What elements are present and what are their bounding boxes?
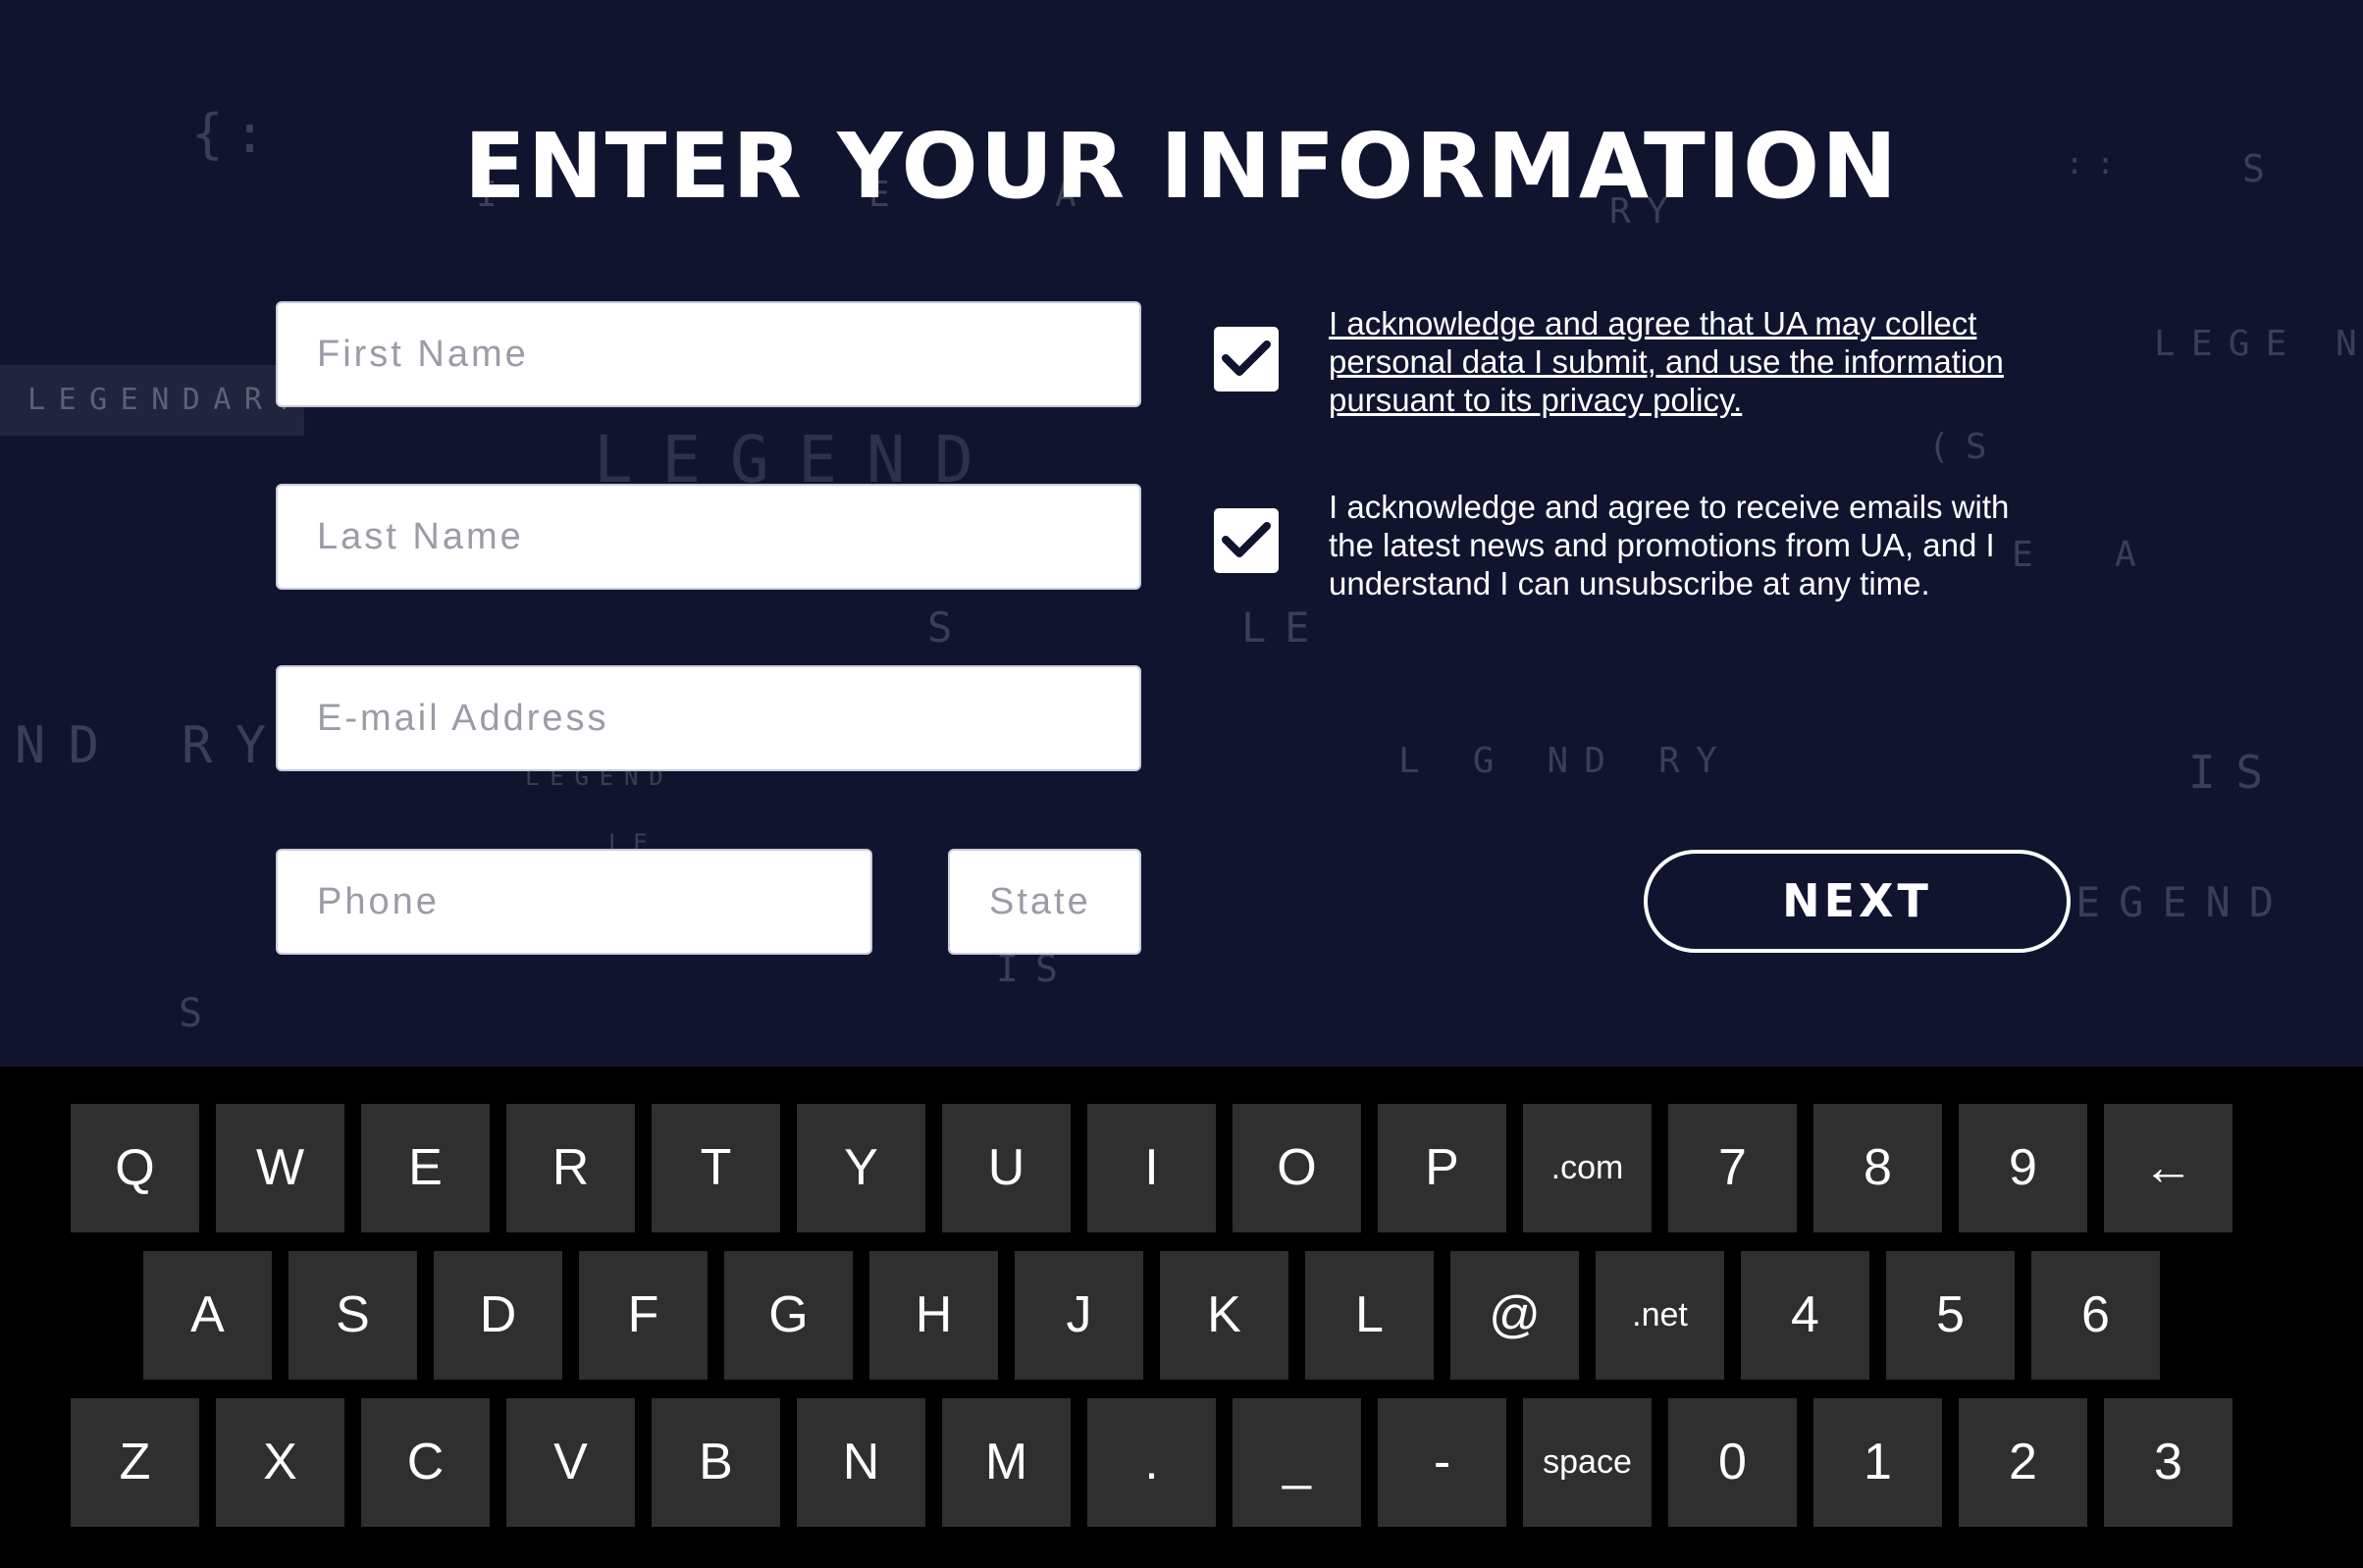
background-word: LEGENDARY	[27, 383, 307, 417]
key-v[interactable]: V	[506, 1398, 635, 1527]
key-m[interactable]: M	[942, 1398, 1071, 1527]
next-button[interactable]: NEXT	[1644, 850, 2071, 953]
first-name-field[interactable]: First Name	[276, 301, 1141, 407]
key-z[interactable]: Z	[71, 1398, 199, 1527]
background-word: A	[2115, 535, 2152, 575]
background-word: N	[2336, 324, 2363, 364]
key-q[interactable]: Q	[71, 1104, 199, 1232]
phone-field[interactable]: Phone	[276, 849, 872, 955]
background-word: EGEND	[2075, 878, 2292, 926]
background-word: (S	[1928, 427, 2003, 467]
key-t[interactable]: T	[652, 1104, 780, 1232]
key-n[interactable]: N	[797, 1398, 925, 1527]
last-name-field[interactable]: Last Name	[276, 484, 1141, 590]
key-j[interactable]: J	[1015, 1251, 1143, 1380]
key-a[interactable]: A	[143, 1251, 272, 1380]
key-5[interactable]: 5	[1886, 1251, 2015, 1380]
key-8[interactable]: 8	[1813, 1104, 1942, 1232]
hyphen-key[interactable]: -	[1378, 1398, 1506, 1527]
period-key[interactable]: .	[1087, 1398, 1216, 1527]
key-0[interactable]: 0	[1668, 1398, 1797, 1527]
key-f[interactable]: F	[579, 1251, 708, 1380]
email-consent-checkbox[interactable]	[1214, 508, 1279, 573]
key-o[interactable]: O	[1233, 1104, 1361, 1232]
backspace-key[interactable]: ←	[2104, 1104, 2232, 1232]
key-7[interactable]: 7	[1668, 1104, 1797, 1232]
key-9[interactable]: 9	[1959, 1104, 2087, 1232]
key-s[interactable]: S	[289, 1251, 417, 1380]
key-x[interactable]: X	[216, 1398, 344, 1527]
space-key[interactable]: space	[1523, 1398, 1652, 1527]
key-b[interactable]: B	[652, 1398, 780, 1527]
key-w[interactable]: W	[216, 1104, 344, 1232]
email-field[interactable]: E-mail Address	[276, 665, 1141, 771]
key-r[interactable]: R	[506, 1104, 635, 1232]
background-word: S	[179, 991, 221, 1036]
dot-net-key[interactable]: .net	[1596, 1251, 1724, 1380]
dot-com-key[interactable]: .com	[1523, 1104, 1652, 1232]
background-word: S	[927, 603, 971, 652]
key-d[interactable]: D	[434, 1251, 562, 1380]
key-i[interactable]: I	[1087, 1104, 1216, 1232]
background-word: RY	[182, 716, 289, 775]
background-word: ND	[15, 716, 123, 775]
key-h[interactable]: H	[869, 1251, 998, 1380]
at-key[interactable]: @	[1450, 1251, 1579, 1380]
key-6[interactable]: 6	[2031, 1251, 2160, 1380]
form-panel: {: I E A RY :: S LEGENDARY LEGEND LEGE N…	[0, 0, 2363, 1067]
key-e[interactable]: E	[361, 1104, 490, 1232]
key-3[interactable]: 3	[2104, 1398, 2232, 1527]
privacy-consent-checkbox[interactable]	[1214, 327, 1279, 392]
key-2[interactable]: 2	[1959, 1398, 2087, 1527]
background-word: IS	[2188, 746, 2284, 799]
key-k[interactable]: K	[1160, 1251, 1288, 1380]
key-4[interactable]: 4	[1741, 1251, 1869, 1380]
key-g[interactable]: G	[724, 1251, 853, 1380]
state-select[interactable]: State	[948, 849, 1141, 955]
background-word: LE	[1241, 603, 1329, 652]
privacy-consent-text[interactable]: I acknowledge and agree that UA may coll…	[1329, 304, 2035, 419]
key-c[interactable]: C	[361, 1398, 490, 1527]
key-l[interactable]: L	[1305, 1251, 1434, 1380]
key-1[interactable]: 1	[1813, 1398, 1942, 1527]
checkmark-icon	[1222, 340, 1271, 376]
page-title: ENTER YOUR INFORMATION	[463, 114, 1900, 219]
key-p[interactable]: P	[1378, 1104, 1506, 1232]
key-u[interactable]: U	[942, 1104, 1071, 1232]
key-y[interactable]: Y	[797, 1104, 925, 1232]
underscore-key[interactable]: _	[1233, 1398, 1361, 1527]
background-word: L G ND RY	[1398, 741, 1733, 781]
background-word: LEGE	[2154, 324, 2303, 364]
checkmark-icon	[1222, 522, 1271, 557]
email-consent-text: I acknowledge and agree to receive email…	[1329, 489, 2010, 601]
